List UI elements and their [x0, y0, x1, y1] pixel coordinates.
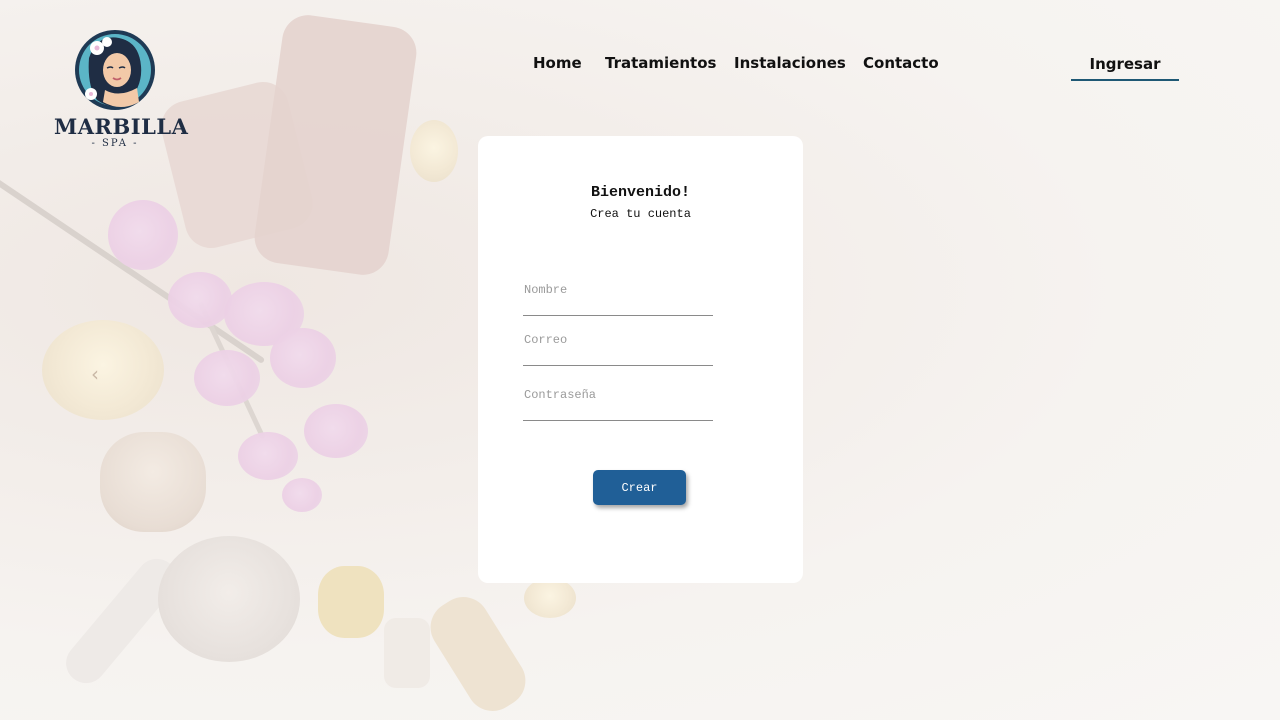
orchid-flower [168, 272, 232, 328]
spa-woman-logo-icon [75, 30, 155, 110]
signup-card: Bienvenido! Crea tu cuenta Crear [478, 136, 803, 583]
sponge-image [318, 566, 384, 638]
candle-image [410, 120, 458, 182]
orchid-flower [238, 432, 298, 480]
email-field-wrapper [523, 330, 715, 366]
login-link[interactable]: Ingresar [1071, 55, 1179, 81]
name-input[interactable] [523, 283, 713, 316]
brand-tagline-text: SPA [102, 138, 128, 149]
mortar-image [158, 536, 300, 662]
brand-tagline: - SPA - [91, 138, 139, 149]
brand-name: MARBILLA [54, 114, 189, 139]
name-field-wrapper [523, 280, 715, 316]
salt-jar-image [100, 432, 206, 532]
orchid-flower [282, 478, 322, 512]
diffuser-bottle-image [384, 618, 430, 688]
form-subtitle: Crea tu cuenta [590, 207, 691, 221]
orchid-flower [270, 328, 336, 388]
create-account-button[interactable]: Crear [593, 470, 686, 505]
email-input[interactable] [523, 333, 713, 366]
orchid-flower [304, 404, 368, 458]
chevron-left-icon[interactable]: ‹ [86, 362, 104, 386]
nav-item-contacto[interactable]: Contacto [863, 54, 939, 72]
brand-logo[interactable]: MARBILLA - SPA - [54, 28, 189, 150]
orchid-flower [108, 200, 178, 270]
form-title: Bienvenido! [590, 184, 691, 201]
orchid-flower [194, 350, 260, 406]
nav-item-home[interactable]: Home [533, 54, 582, 72]
nav-item-tratamientos[interactable]: Tratamientos [605, 54, 716, 72]
nav-item-instalaciones[interactable]: Instalaciones [734, 54, 846, 72]
password-field-wrapper [523, 385, 715, 421]
candle-image [524, 578, 576, 618]
password-input[interactable] [523, 388, 713, 421]
